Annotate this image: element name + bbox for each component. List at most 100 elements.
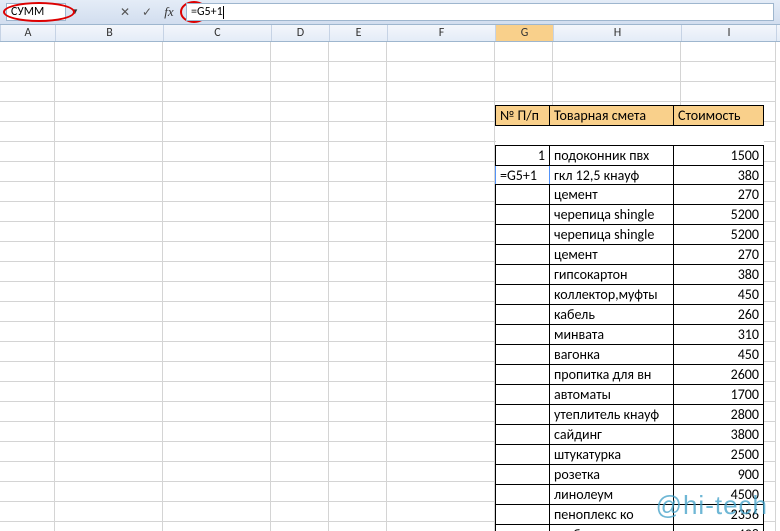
grid-cell[interactable] [55,162,163,182]
grid-cell[interactable] [55,182,163,202]
cell-name[interactable]: вагонка [550,345,674,365]
cell-cost[interactable]: 5200 [674,205,764,225]
grid-cell[interactable] [0,502,55,522]
grid-cell[interactable] [55,442,163,462]
grid-cell[interactable] [55,42,163,62]
grid-cell[interactable] [329,202,387,222]
editing-cell[interactable]: =G5+1 [496,166,550,186]
grid-cell[interactable] [329,402,387,422]
cell-name[interactable]: минвата [550,325,674,345]
grid-cell[interactable] [163,322,271,342]
cell-name[interactable]: труба [550,525,674,531]
cell-name[interactable]: утеплитель кнауф [550,405,674,425]
cell-num[interactable] [496,445,550,465]
grid-cell[interactable] [55,242,163,262]
cell-name[interactable]: сайдинг [550,425,674,445]
cell-num[interactable] [496,325,550,345]
grid-cell[interactable] [329,382,387,402]
cell-name[interactable]: розетка [550,465,674,485]
col-header-F[interactable]: F [388,25,496,41]
grid-cell[interactable] [0,42,55,62]
grid-cell[interactable] [163,122,271,142]
grid-cell[interactable] [271,442,329,462]
cell-cost[interactable]: 900 [674,465,764,485]
grid-cell[interactable] [329,62,387,82]
grid-cell[interactable] [0,522,55,531]
grid-cell[interactable] [329,322,387,342]
grid-cell[interactable] [271,302,329,322]
grid-cell[interactable] [55,482,163,502]
cell-num[interactable] [496,485,550,505]
enter-formula-icon[interactable]: ✓ [138,3,156,21]
grid-cell[interactable] [329,142,387,162]
grid-cell[interactable] [329,522,387,531]
grid-cell[interactable] [55,122,163,142]
th-name[interactable]: Товарная смета [550,106,674,126]
grid-cell[interactable] [0,142,55,162]
cell-name[interactable]: пропитка для вн [550,365,674,385]
grid-cell[interactable] [271,362,329,382]
grid-cell[interactable] [0,162,55,182]
grid-cell[interactable] [163,402,271,422]
cell-cost[interactable]: 5200 [674,225,764,245]
grid-cell[interactable] [271,502,329,522]
grid-cell[interactable] [271,122,329,142]
grid-cell[interactable] [387,42,495,62]
col-header-H[interactable]: H [554,25,682,41]
cell-num[interactable] [496,405,550,425]
cell-name[interactable]: цемент [550,245,674,265]
grid-cell[interactable] [271,462,329,482]
grid-cell[interactable] [329,122,387,142]
grid-cell[interactable] [163,202,271,222]
cell-cost[interactable]: 270 [674,245,764,265]
grid-cell[interactable] [0,302,55,322]
grid-cell[interactable] [271,202,329,222]
grid-cell[interactable] [55,202,163,222]
cell-cost[interactable]: 380 [674,265,764,285]
grid-cell[interactable] [329,422,387,442]
cell-num[interactable] [496,185,550,205]
grid-cell[interactable] [271,162,329,182]
grid-cell[interactable] [55,222,163,242]
grid-cell[interactable] [329,362,387,382]
grid-cell[interactable] [163,62,271,82]
cell-num[interactable] [496,345,550,365]
grid-cell[interactable] [387,502,495,522]
grid-cell[interactable] [163,242,271,262]
grid-cell[interactable] [163,442,271,462]
grid-cell[interactable] [329,442,387,462]
grid-cell[interactable] [163,502,271,522]
col-header-C[interactable]: C [164,25,272,41]
grid-cell[interactable] [329,502,387,522]
grid-cell[interactable] [329,42,387,62]
cell-cost[interactable]: 3800 [674,425,764,445]
grid-cell[interactable] [0,442,55,462]
grid-cell[interactable] [55,102,163,122]
grid-cell[interactable] [163,42,271,62]
grid-cell[interactable] [329,302,387,322]
grid-cell[interactable] [495,82,553,102]
grid-cell[interactable] [387,422,495,442]
grid-cell[interactable] [163,222,271,242]
grid-cell[interactable] [329,262,387,282]
grid-cell[interactable] [55,522,163,531]
grid-cell[interactable] [387,482,495,502]
grid-cell[interactable] [387,402,495,422]
grid-cell[interactable] [329,282,387,302]
grid-cell[interactable] [163,102,271,122]
grid-cell[interactable] [271,42,329,62]
grid-cell[interactable] [387,362,495,382]
grid-cell[interactable] [55,282,163,302]
grid-cell[interactable] [55,422,163,442]
cell-num[interactable]: 1 [496,146,550,166]
grid-cell[interactable] [329,82,387,102]
grid-cell[interactable] [271,262,329,282]
cell-cost[interactable]: 498 [674,525,764,531]
col-header-G[interactable]: G [496,25,554,41]
grid-cell[interactable] [163,282,271,302]
grid-cell[interactable] [271,142,329,162]
grid-cell[interactable] [55,342,163,362]
grid-cell[interactable] [495,62,553,82]
grid-cell[interactable] [553,82,681,102]
cell-cost[interactable]: 450 [674,345,764,365]
